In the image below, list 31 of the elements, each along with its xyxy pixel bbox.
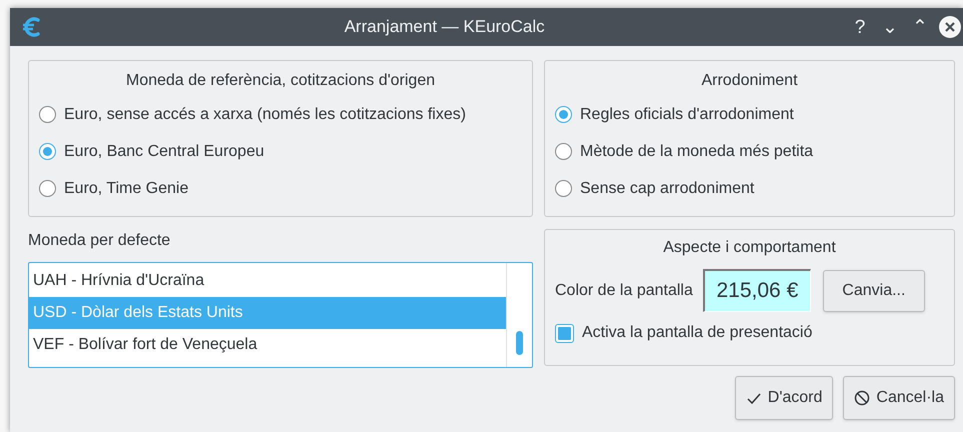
- radio-button[interactable]: [555, 106, 572, 123]
- checkbox-label: Activa la pantalla de presentació: [582, 323, 812, 343]
- field-label: Color de la pantalla: [555, 280, 693, 300]
- change-button[interactable]: Canvia...: [822, 270, 925, 312]
- checkbox[interactable]: [555, 324, 574, 342]
- cancel-icon: [854, 390, 870, 406]
- window-title: Arranjament — KEuroCalc: [343, 16, 546, 38]
- radio-button[interactable]: [39, 143, 56, 160]
- section-label: Moneda per defecte: [28, 232, 170, 249]
- radio-button[interactable]: [39, 106, 56, 123]
- close-icon[interactable]: [939, 16, 961, 38]
- title-bar-button[interactable]: ?: [845, 18, 875, 36]
- color-preview: 215,06 €: [702, 269, 811, 312]
- radio-button[interactable]: [39, 180, 56, 197]
- radio-button[interactable]: [555, 143, 572, 160]
- radio-button[interactable]: [555, 180, 572, 197]
- list-item[interactable]: VEF - Bolívar fort de Veneçuela: [29, 329, 506, 361]
- radio-label: Sense cap arrodoniment: [580, 178, 754, 198]
- radio-label: Euro, sense accés a xarxa (només les cotitzacions fixes): [64, 104, 466, 124]
- radio-label: Mètode de la moneda més petita: [580, 142, 814, 162]
- group-title: Moneda de referència, cotitzacions d'origen: [126, 72, 435, 89]
- cancel-button[interactable]: Cancel·la: [843, 376, 955, 420]
- list-item[interactable]: UAH - Hrívnia d'Ucraïna: [29, 265, 506, 297]
- radio-label: Euro, Banc Central Europeu: [64, 142, 264, 162]
- radio-label: Regles oficials d'arrodoniment: [580, 104, 794, 124]
- radio-label: Euro, Time Genie: [64, 178, 188, 198]
- ok-button[interactable]: D'acord: [734, 376, 834, 420]
- title-bar-button[interactable]: ⌄: [875, 18, 905, 36]
- group-title: Arrodoniment: [701, 72, 798, 89]
- group-title: Aspecte i comportament: [663, 239, 836, 256]
- title-bar-button[interactable]: ⌃: [905, 18, 935, 36]
